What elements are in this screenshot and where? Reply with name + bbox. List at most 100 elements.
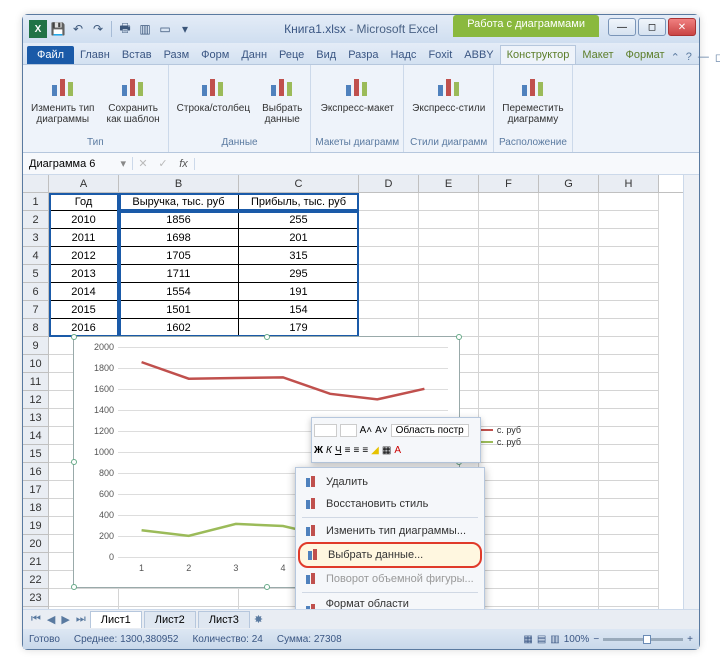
cell[interactable] [599,319,659,337]
sheet-tab-active[interactable]: Лист1 [90,611,142,628]
name-box[interactable]: Диаграмма 6▾ [23,157,133,170]
cell[interactable] [479,499,539,517]
cell[interactable] [419,229,479,247]
row-header[interactable]: 3 [23,229,49,247]
row-header[interactable]: 9 [23,337,49,355]
cell[interactable] [479,229,539,247]
cell[interactable] [599,211,659,229]
sheet-nav-prev-icon[interactable]: ◀ [45,613,57,626]
cell[interactable] [359,193,419,211]
select-data[interactable]: Выбратьданные [258,67,306,135]
cell[interactable] [599,265,659,283]
cell[interactable]: 2016 [49,319,119,337]
italic-icon[interactable]: К [326,445,332,456]
cell[interactable] [359,319,419,337]
menu-select-data[interactable]: Выбрать данные... [298,542,482,568]
zoom-in-icon[interactable]: + [687,634,693,645]
cell[interactable] [359,283,419,301]
cell[interactable] [419,283,479,301]
cell[interactable]: 315 [239,247,359,265]
row-header[interactable]: 1 [23,193,49,211]
row-header[interactable]: 24 [23,607,49,609]
cell[interactable] [539,427,599,445]
cell[interactable] [479,247,539,265]
sheet-nav-last-icon[interactable]: ⏭ [74,613,88,626]
cell[interactable] [479,481,539,499]
cell[interactable]: Выручка, тыс. руб [119,193,239,211]
cell[interactable] [359,229,419,247]
close-button[interactable]: ✕ [668,18,696,36]
cell[interactable] [539,517,599,535]
cell[interactable] [479,193,539,211]
col-header[interactable]: B [119,175,239,192]
tab-data[interactable]: Данн [235,46,273,64]
save-as-template[interactable]: Сохранитькак шаблон [102,67,163,135]
legend-item[interactable]: с. руб [479,425,521,435]
fill-color-icon[interactable]: ◢ [371,445,379,456]
col-header[interactable]: H [599,175,659,192]
qat-print-icon[interactable]: 🖶 [116,20,134,38]
cell[interactable] [359,247,419,265]
menu-change-type[interactable]: Изменить тип диаграммы... [298,520,482,542]
cell[interactable]: 1698 [119,229,239,247]
cell[interactable] [479,211,539,229]
mdi-max-icon[interactable]: ◻ [715,51,720,64]
cell[interactable]: 2010 [49,211,119,229]
new-sheet-icon[interactable]: ✸ [252,613,265,626]
chart-series-line[interactable] [142,362,425,399]
cell[interactable] [539,571,599,589]
qat-save-icon[interactable]: 💾 [49,20,67,38]
cell[interactable] [479,337,539,355]
cell[interactable] [599,193,659,211]
minimize-ribbon-icon[interactable]: ⌃ [671,51,680,64]
cell[interactable] [539,373,599,391]
tab-formulas[interactable]: Форм [195,46,235,64]
tab-abbyy[interactable]: ABBY [458,46,499,64]
tab-pagelayout[interactable]: Разм [158,46,196,64]
row-header[interactable]: 21 [23,553,49,571]
row-header[interactable]: 12 [23,391,49,409]
cell[interactable]: Год [49,193,119,211]
row-header[interactable]: 23 [23,589,49,607]
row-header[interactable]: 6 [23,283,49,301]
cell[interactable] [539,391,599,409]
cell[interactable]: 1554 [119,283,239,301]
font-color-icon[interactable]: A [394,445,401,456]
cell[interactable] [419,301,479,319]
cell[interactable] [539,211,599,229]
cell[interactable] [599,481,659,499]
cell[interactable] [119,589,239,607]
row-header[interactable]: 16 [23,463,49,481]
col-header[interactable]: D [359,175,419,192]
font-family-dropdown[interactable] [314,424,337,437]
cell[interactable]: 2015 [49,301,119,319]
cell[interactable] [419,247,479,265]
tab-review[interactable]: Реце [273,46,310,64]
cell[interactable] [479,535,539,553]
tab-file[interactable]: Файл [27,46,74,64]
cell[interactable]: Прибыль, тыс. руб [239,193,359,211]
qat-new-icon[interactable]: ▭ [156,20,174,38]
cell[interactable] [539,463,599,481]
cell[interactable]: 2012 [49,247,119,265]
cell[interactable] [479,589,539,607]
cell[interactable] [419,319,479,337]
cell[interactable] [599,607,659,609]
qat-more-icon[interactable]: ▾ [176,20,194,38]
cell[interactable]: 191 [239,283,359,301]
zoom-level[interactable]: 100% [564,634,590,645]
cell[interactable] [599,463,659,481]
cell[interactable]: 1856 [119,211,239,229]
row-header[interactable]: 2 [23,211,49,229]
tab-home[interactable]: Главн [74,46,116,64]
tab-developer[interactable]: Разра [342,46,384,64]
view-pagelayout-icon[interactable]: ▤ [537,634,546,645]
cell[interactable]: 1705 [119,247,239,265]
cell[interactable] [479,607,539,609]
sheet-nav-first-icon[interactable]: ⏮ [29,613,43,626]
cell[interactable] [479,355,539,373]
cell[interactable] [599,355,659,373]
row-header[interactable]: 17 [23,481,49,499]
row-header[interactable]: 22 [23,571,49,589]
mini-toolbar[interactable]: A˄ A˅ Область постр Ж К Ч ≡ ≡ ≡ ◢ ▦ A [311,417,481,463]
